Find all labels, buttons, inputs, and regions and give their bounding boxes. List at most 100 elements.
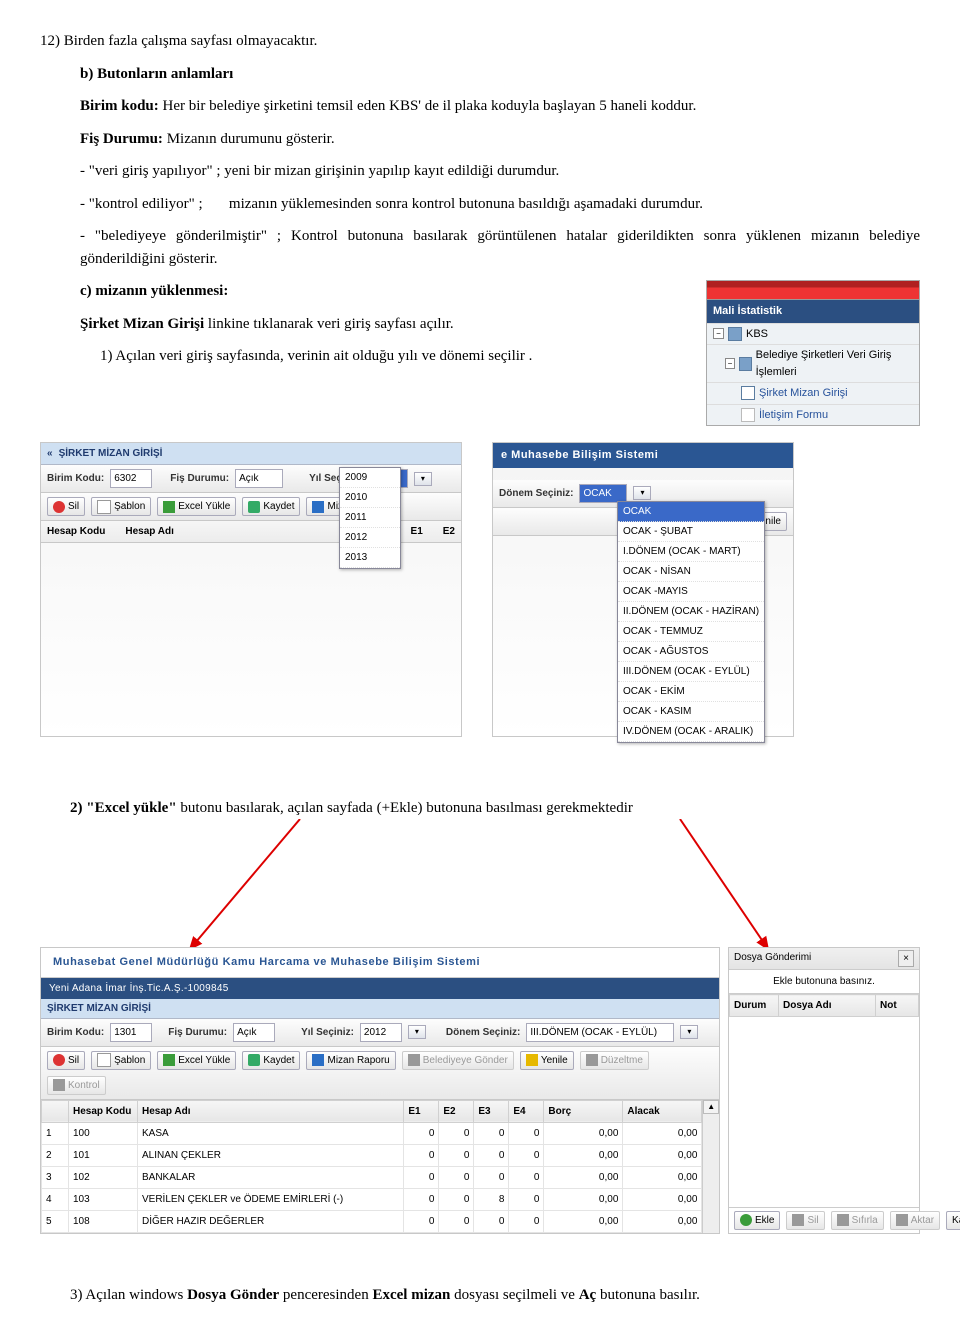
table-row[interactable]: 5108DİĞER HAZIR DEĞERLER00000,000,00 xyxy=(42,1210,702,1232)
period-opt[interactable]: OCAK - KASIM xyxy=(618,702,764,722)
btn-sil[interactable]: Sil xyxy=(47,1051,85,1070)
btn-rapor[interactable]: Mizan Raporu xyxy=(306,1051,395,1070)
table-cell: 1 xyxy=(42,1122,69,1144)
btn-rapor-label: Mizan Raporu xyxy=(327,1053,389,1068)
s3f: Aç xyxy=(579,1287,597,1303)
table-cell: DİĞER HAZIR DEĞERLER xyxy=(138,1210,404,1232)
btn-kaydet[interactable]: Kaydet xyxy=(242,1051,300,1070)
uploader-footer: Ekle Sil Sıfırla Aktar Kapat xyxy=(729,1207,919,1233)
period-arrow-icon[interactable]: ▾ xyxy=(680,1025,698,1039)
btn-excel-label: Excel Yükle xyxy=(178,1053,230,1068)
heading-b: b) Butonların anlamları xyxy=(80,63,920,86)
label-fisdurumu: Fiş Durumu: xyxy=(80,131,163,147)
label-birimkodu: Birim kodu: xyxy=(80,98,159,114)
table-cell: 0,00 xyxy=(623,1210,702,1232)
form-icon xyxy=(741,408,755,422)
period-opt[interactable]: OCAK -MAYIS xyxy=(618,582,764,602)
screenshots-row: « ŞİRKET MİZAN GİRİŞİ Birim Kodu: 6302 F… xyxy=(40,442,920,737)
w-val-yil[interactable]: 2012 xyxy=(360,1023,402,1042)
table-cell: 0 xyxy=(439,1122,474,1144)
nav-root[interactable]: − KBS xyxy=(707,323,919,345)
period-opt[interactable]: IV.DÖNEM (OCAK - ARALIK) xyxy=(618,722,764,742)
scroll-up-icon[interactable]: ▲ xyxy=(703,1100,719,1114)
year-opt[interactable]: 2009 xyxy=(340,468,400,488)
period-dropdown-arrow-icon[interactable]: ▾ xyxy=(633,486,651,500)
year-opt[interactable]: 2013 xyxy=(340,548,400,568)
reset-icon xyxy=(837,1214,849,1226)
col-e2: E2 xyxy=(439,1100,474,1122)
year-opt[interactable]: 2011 xyxy=(340,508,400,528)
w-lbl-donem: Dönem Seçiniz: xyxy=(446,1025,520,1040)
btn-sablon[interactable]: Şablon xyxy=(91,1051,151,1070)
report-icon xyxy=(312,1054,324,1066)
col-alacak: Alacak xyxy=(623,1100,702,1122)
nav-group[interactable]: − Belediye Şirketleri Veri Giriş İşlemle… xyxy=(707,344,919,382)
val-donem[interactable]: OCAK xyxy=(579,484,627,503)
btn-yenile[interactable]: Yenile xyxy=(520,1051,574,1070)
period-opt[interactable]: III.DÖNEM (OCAK - EYLÜL) xyxy=(618,662,764,682)
para-birimkodu: Birim kodu: Her bir belediye şirketini t… xyxy=(80,95,920,118)
period-opt[interactable]: OCAK - NİSAN xyxy=(618,562,764,582)
period-dropdown[interactable]: OCAK OCAK - ŞUBAT I.DÖNEM (OCAK - MART) … xyxy=(617,501,765,743)
period-opt[interactable]: OCAK - TEMMUZ xyxy=(618,622,764,642)
btn-excel[interactable]: Excel Yükle xyxy=(157,497,236,516)
table-cell: 0,00 xyxy=(544,1166,623,1188)
col-borc: Borç xyxy=(544,1100,623,1122)
btn-kaydet[interactable]: Kaydet xyxy=(242,497,300,516)
period-opt[interactable]: OCAK - ŞUBAT xyxy=(618,522,764,542)
table-row[interactable]: 2101ALINAN ÇEKLER00000,000,00 xyxy=(42,1144,702,1166)
delete-icon xyxy=(792,1214,804,1226)
template-icon xyxy=(97,1053,111,1067)
table-cell: 0,00 xyxy=(623,1144,702,1166)
year-dropdown-arrow-icon[interactable]: ▾ xyxy=(414,472,432,486)
year-opt[interactable]: 2012 xyxy=(340,528,400,548)
nav-title: Mali İstatistik xyxy=(707,300,919,323)
table-cell: 0 xyxy=(474,1166,509,1188)
table-row[interactable]: 4103VERİLEN ÇEKLER ve ÖDEME EMİRLERİ (-)… xyxy=(42,1188,702,1210)
table-cell: 108 xyxy=(69,1210,138,1232)
table-cell: 0,00 xyxy=(623,1122,702,1144)
nav-item-iletisim[interactable]: İletişim Formu xyxy=(707,404,919,426)
refresh-icon xyxy=(526,1054,538,1066)
period-opt[interactable]: I.DÖNEM (OCAK - MART) xyxy=(618,542,764,562)
panel1-scroll-icon[interactable]: « xyxy=(47,446,53,461)
btn-excel[interactable]: Excel Yükle xyxy=(157,1051,236,1070)
grid-table: Hesap Kodu Hesap Adı E1 E2 E3 E4 Borç Al… xyxy=(41,1100,702,1233)
tree-toggle-icon[interactable]: − xyxy=(725,358,735,369)
para-veri-giris: - "veri giriş yapılıyor" ; yeni bir miza… xyxy=(80,160,920,183)
w-val-bk: 1301 xyxy=(110,1023,152,1042)
table-row[interactable]: 3102BANKALAR00000,000,00 xyxy=(42,1166,702,1188)
btn-yenile-label: Yenile xyxy=(541,1053,568,1068)
scrollbar[interactable]: ▲ xyxy=(702,1100,719,1233)
btn-sil-label: Sil xyxy=(68,1053,79,1068)
period-opt[interactable]: II.DÖNEM (OCAK - HAZİRAN) xyxy=(618,602,764,622)
w-val-donem[interactable]: III.DÖNEM (OCAK - EYLÜL) xyxy=(526,1023,674,1042)
nav-item-mizan[interactable]: Şirket Mizan Girişi xyxy=(707,382,919,404)
col-e4: E4 xyxy=(509,1100,544,1122)
year-arrow-icon[interactable]: ▾ xyxy=(408,1025,426,1039)
period-opt[interactable]: OCAK xyxy=(618,502,764,522)
year-opt[interactable]: 2010 xyxy=(340,488,400,508)
tree-toggle-icon[interactable]: − xyxy=(713,328,724,339)
uploader-close[interactable]: × xyxy=(898,950,914,967)
period-opt[interactable]: OCAK - EKİM xyxy=(618,682,764,702)
uploader-message: Ekle butonuna basınız. xyxy=(729,970,919,994)
table-cell: VERİLEN ÇEKLER ve ÖDEME EMİRLERİ (-) xyxy=(138,1188,404,1210)
para-12: 12) Birden fazla çalışma sayfası olmayac… xyxy=(40,30,920,53)
period-opt[interactable]: OCAK - AĞUSTOS xyxy=(618,642,764,662)
year-dropdown[interactable]: 2009 2010 2011 2012 2013 xyxy=(339,467,401,569)
btn-sablon[interactable]: Şablon xyxy=(91,497,151,516)
table-cell: 0,00 xyxy=(544,1144,623,1166)
btn-sablon-label: Şablon xyxy=(114,499,145,514)
wide-screenshot: Muhasebat Genel Müdürlüğü Kamu Harcama v… xyxy=(40,947,920,1234)
btn-sil[interactable]: Sil xyxy=(47,497,85,516)
btn-sil-label: Sil xyxy=(68,499,79,514)
btn-ekle[interactable]: Ekle xyxy=(734,1211,780,1230)
btn-kapat[interactable]: Kapat xyxy=(946,1211,960,1230)
table-cell: 0 xyxy=(474,1144,509,1166)
btn-upsil-label: Sil xyxy=(807,1213,818,1228)
text-birimkodu: Her bir belediye şirketini temsil eden K… xyxy=(159,98,697,114)
table-cell: 5 xyxy=(42,1210,69,1232)
table-row[interactable]: 1100KASA00000,000,00 xyxy=(42,1122,702,1144)
col-e3: E3 xyxy=(474,1100,509,1122)
